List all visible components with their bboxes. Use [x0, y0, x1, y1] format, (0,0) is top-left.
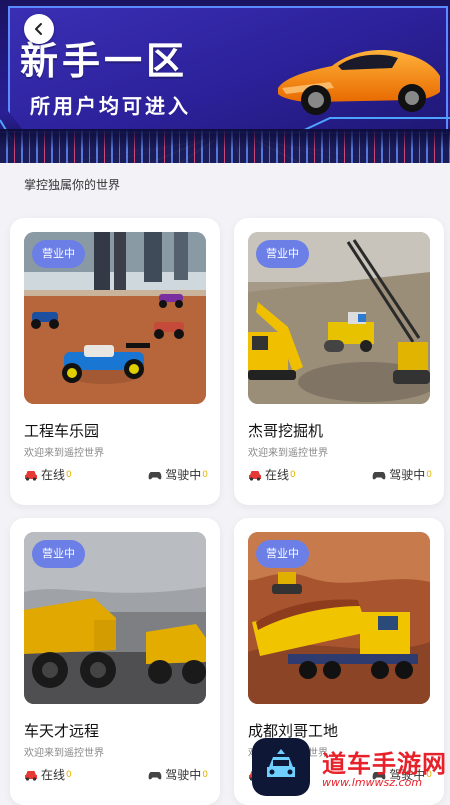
room-photo: 营业中	[24, 532, 206, 704]
driving-label: 驾驶中	[165, 468, 202, 482]
sports-car-image	[278, 50, 440, 115]
room-name: 工程车乐园	[24, 422, 100, 440]
status-badge: 营业中	[256, 240, 309, 268]
driving-stat: 驾驶中 0	[148, 766, 208, 783]
status-badge: 营业中	[32, 540, 85, 568]
online-stat: 在线0	[248, 466, 296, 483]
car-icon	[25, 470, 37, 481]
room-name: 车天才远程	[24, 722, 100, 740]
driving-count: 0	[202, 469, 208, 480]
online-stat: 在线0	[24, 466, 72, 483]
gamepad-icon	[148, 771, 162, 779]
gamepad-icon	[148, 471, 162, 479]
room-photo: 营业中	[24, 232, 206, 404]
driving-stat: 驾驶中 0	[372, 466, 432, 483]
banner-subtitle: 所用户均可进入	[30, 94, 191, 118]
driving-label: 驾驶中	[165, 768, 202, 782]
car-front-icon	[267, 749, 295, 777]
online-label: 在线	[41, 468, 66, 482]
driving-count: 0	[202, 769, 208, 780]
room-card[interactable]: 营业中 工程车乐园 欢迎来到遥控世界 在线 0 驾驶中 0	[10, 218, 220, 505]
watermark-logo	[252, 738, 310, 796]
online-stat: 在线0	[24, 766, 72, 783]
section-subtitle: 掌控独属你的世界	[24, 178, 121, 192]
banner-road	[0, 129, 450, 163]
room-description: 欢迎来到遥控世界	[248, 448, 328, 459]
watermark-url: www.lmwwsz.com	[322, 776, 423, 789]
header-banner: 新手一区 所用户均可进入	[0, 0, 450, 163]
status-badge: 营业中	[32, 240, 85, 268]
car-icon	[25, 770, 37, 781]
status-badge: 营业中	[256, 540, 309, 568]
car-icon	[249, 470, 261, 481]
online-count: 0	[66, 769, 72, 780]
room-photo: 营业中	[248, 232, 430, 404]
room-description: 欢迎来到遥控世界	[24, 748, 104, 759]
back-button[interactable]	[24, 14, 54, 44]
online-count: 0	[66, 469, 72, 480]
room-card[interactable]: 营业中 车天才远程 欢迎来到遥控世界 在线 0 驾驶中 0	[10, 518, 220, 805]
driving-stat: 驾驶中 0	[148, 466, 208, 483]
room-description: 欢迎来到遥控世界	[24, 448, 104, 459]
room-photo: 营业中	[248, 532, 430, 704]
watermark-text: 道车手游网	[322, 750, 447, 778]
driving-count: 0	[426, 469, 432, 480]
room-name: 杰哥挖掘机	[248, 422, 324, 440]
room-card[interactable]: 营业中 杰哥挖掘机 欢迎来到遥控世界 在线 0 驾驶中 0	[234, 218, 444, 505]
online-count: 0	[290, 469, 296, 480]
chevron-left-icon	[35, 23, 42, 35]
online-label: 在线	[41, 768, 66, 782]
driving-label: 驾驶中	[389, 468, 426, 482]
online-label: 在线	[265, 468, 290, 482]
gamepad-icon	[372, 471, 386, 479]
